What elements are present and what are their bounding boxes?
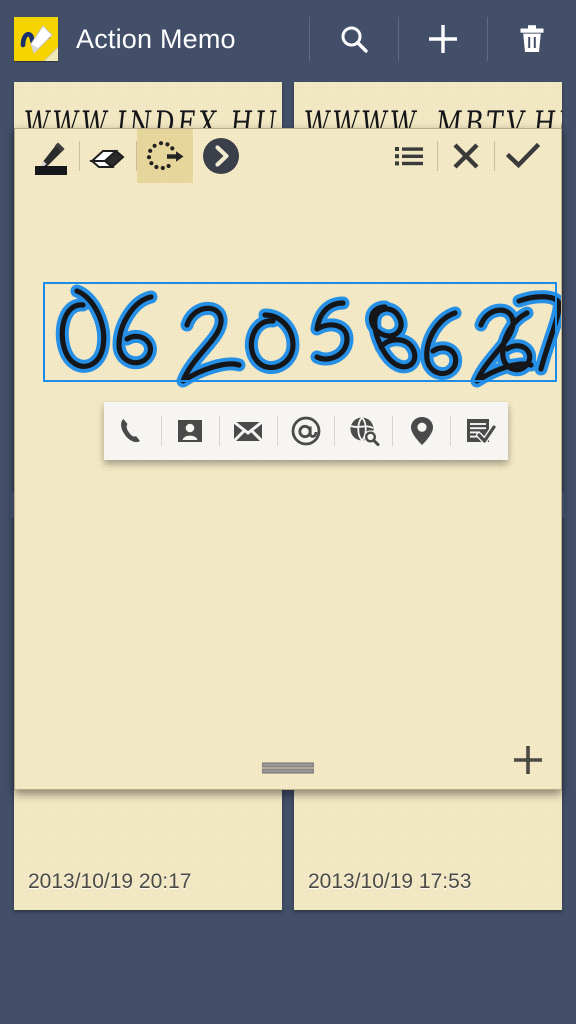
- selection-tool-button[interactable]: [137, 129, 193, 183]
- message-icon: [232, 416, 264, 446]
- action-memo-app-icon: [14, 17, 58, 61]
- app-header: Action Memo: [0, 0, 576, 78]
- resize-notch-left[interactable]: [9, 492, 14, 518]
- task-icon: [464, 416, 496, 446]
- list-view-button[interactable]: [381, 129, 437, 183]
- search-button[interactable]: [310, 0, 398, 78]
- more-actions-button[interactable]: [193, 129, 249, 183]
- search-icon: [337, 22, 371, 56]
- pen-tool-button[interactable]: [23, 129, 79, 183]
- lasso-select-icon: [145, 139, 185, 173]
- delete-button[interactable]: [488, 0, 576, 78]
- add-icon: [425, 21, 461, 57]
- selection-rectangle[interactable]: [43, 282, 557, 382]
- add-memo-button[interactable]: [399, 0, 487, 78]
- eraser-icon: [89, 139, 127, 173]
- create-task-button[interactable]: [451, 402, 508, 460]
- web-search-button[interactable]: [335, 402, 392, 460]
- add-to-contacts-button[interactable]: [162, 402, 219, 460]
- resize-notch-right[interactable]: [562, 492, 567, 518]
- call-button[interactable]: [104, 402, 161, 460]
- check-icon: [505, 140, 541, 172]
- trash-icon: [515, 22, 549, 56]
- send-email-button[interactable]: [278, 402, 335, 460]
- web-search-icon: [348, 415, 380, 447]
- memo-date: 2013/10/19 20:17: [28, 870, 192, 893]
- send-message-button[interactable]: [220, 402, 277, 460]
- resize-handle[interactable]: [262, 762, 314, 775]
- call-icon: [117, 416, 147, 446]
- action-popup: [104, 402, 508, 460]
- add-page-icon: [511, 743, 545, 777]
- add-page-button[interactable]: [505, 737, 551, 783]
- contact-icon: [175, 416, 205, 446]
- page-title: Action Memo: [76, 23, 236, 54]
- eraser-tool-button[interactable]: [80, 129, 136, 183]
- cancel-button[interactable]: [438, 129, 494, 183]
- chevron-right-circle-icon: [201, 136, 241, 176]
- email-icon: [290, 415, 322, 447]
- memo-date: 2013/10/19 17:53: [308, 870, 472, 893]
- action-memo-screen: WWW.INDEX.HU 2013/10/19 20:17 WWWW. MBTV…: [0, 0, 576, 1024]
- editor-toolbar: [15, 129, 561, 183]
- find-on-map-button[interactable]: [393, 402, 450, 460]
- confirm-button[interactable]: [495, 129, 551, 183]
- pen-color-swatch[interactable]: [35, 166, 67, 175]
- list-icon: [393, 140, 425, 172]
- close-icon: [450, 140, 482, 172]
- map-pin-icon: [409, 415, 435, 447]
- note-editor-panel: [14, 128, 562, 790]
